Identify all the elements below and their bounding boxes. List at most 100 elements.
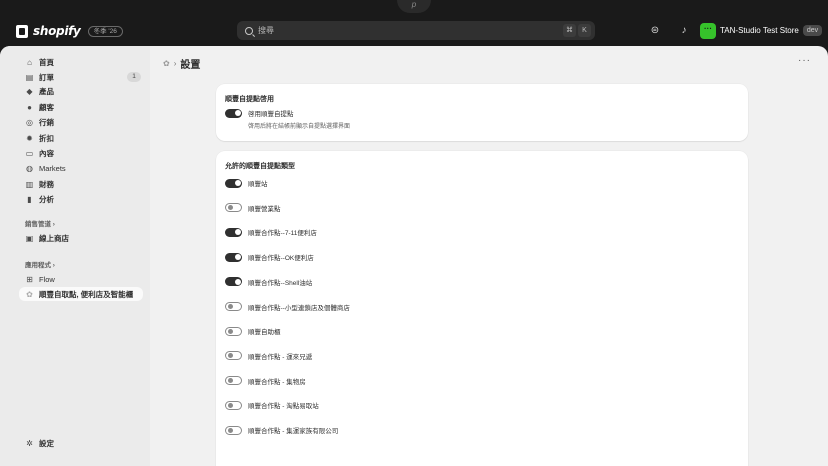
pickup-type-label: 順豐合作點--Shell油站 (248, 279, 313, 287)
globe-icon: ◍ (26, 163, 33, 173)
help-text: 啓用后將在結帳前顯示自提點選擇界面 (248, 124, 351, 130)
card-title: 允許的順豐自提點類型 (225, 163, 295, 170)
pickup-type-label: 順豐站 (248, 181, 268, 188)
sidebar-item-finance[interactable]: ▥ 財務 (25, 178, 54, 190)
pickup-type-toggle[interactable] (225, 227, 242, 237)
pickup-type-toggle[interactable] (225, 252, 242, 262)
pickup-type-label: 順豐合作點--小型連鎖店及個體商店 (248, 304, 350, 312)
enable-pickup-toggle-row[interactable]: 啓用順豐自提點 (225, 108, 294, 118)
pickup-type-label: 順豐合作點 - 集物房 (248, 378, 306, 386)
more-actions-button[interactable]: ··· (798, 55, 811, 66)
pickup-type-toggle[interactable] (225, 425, 242, 435)
sales-channels-link[interactable]: 銷售管道 › (25, 218, 55, 228)
sidebar-item-label: 產品 (39, 86, 54, 96)
pickup-type-option[interactable]: 順豐營業點 (225, 203, 281, 213)
pickup-type-toggle[interactable] (225, 326, 242, 336)
pickup-type-toggle[interactable] (225, 178, 242, 188)
sidebar-item-label: 行銷 (39, 117, 54, 127)
search-bar[interactable]: 搜尋 ⌘ K (237, 21, 595, 40)
pickup-type-label: 順豐合作點 - 集運家族有限公司 (248, 428, 339, 435)
orders-icon: ▤ (25, 72, 34, 82)
sidebar-item-content[interactable]: ▭ 內容 (25, 147, 54, 159)
sidebar-item-label: 顧客 (39, 102, 54, 112)
chart-icon: ▮ (27, 194, 32, 204)
sidebar-item-online-store[interactable]: ▣ 線上商店 (25, 232, 69, 244)
pickup-type-label: 順豐合作點--7-11便利店 (248, 230, 317, 238)
target-icon: ◎ (26, 117, 33, 127)
sidebar-item-marketing[interactable]: ◎ 行銷 (25, 116, 54, 128)
pickup-type-option[interactable]: 順豐合作點--7-11便利店 (225, 227, 317, 237)
pickup-type-option[interactable]: 順豐合作點--小型連鎖店及個體商店 (225, 302, 350, 312)
shopify-bag-icon (16, 24, 28, 38)
pickup-type-option[interactable]: 順豐合作點--OK便利店 (225, 252, 314, 262)
sidebar-item-products[interactable]: ◆ 產品 (25, 85, 54, 97)
pickup-type-toggle[interactable] (225, 302, 242, 311)
pickup-type-label: 順豐自助櫃 (248, 329, 281, 337)
sidebar-item-customers[interactable]: ● 顧客 (25, 101, 54, 113)
sidebar-item-label: 折扣 (39, 133, 54, 143)
command-key-icon: ⌘ (563, 24, 576, 37)
store-menu-button[interactable]: ··· TAN-Studio Test Store dev (700, 21, 823, 40)
chevron-right-icon: › (173, 59, 177, 68)
pickup-type-option[interactable]: 順豐合作點 - 運來兄遞 (225, 351, 312, 361)
sidebar-item-label: 內容 (39, 148, 54, 158)
sidebar-item-home[interactable]: ⌂ 首頁 (25, 56, 54, 68)
pickup-type-toggle[interactable] (225, 277, 242, 287)
pickup-type-option[interactable]: 順豐合作點--Shell油站 (225, 277, 312, 287)
pickup-type-toggle[interactable] (225, 376, 242, 386)
pickup-type-option[interactable]: 順豐站 (225, 178, 268, 188)
pickup-type-label: 順豐合作點 - 運來兄遞 (248, 353, 313, 361)
pickup-type-label: 順豐營業點 (248, 205, 281, 213)
sidebar-item-flow[interactable]: ⊞ Flow (25, 273, 55, 285)
version-badge: 冬季 '26 (87, 25, 123, 37)
sidebar-item-sf-app[interactable]: ✿ 順豐自取點, 便利店及智能櫃 (19, 287, 143, 301)
bell-icon[interactable]: ♪ (678, 25, 690, 37)
pickup-types-card: 允許的順豐自提點類型 順豐站 順豐營業點 順豐合作點--7-11便利店 順豐合作點--… (216, 151, 748, 466)
sidebar-item-orders[interactable]: ▤ 訂單 (25, 71, 54, 83)
sidebar-item-settings[interactable]: ✲ 設定 (25, 437, 54, 449)
notch-icon: p (397, 0, 431, 13)
app-icon: ✿ (26, 289, 33, 299)
discount-icon: ✹ (26, 133, 33, 143)
enable-card: 順豐自提點啓用 啓用順豐自提點 啓用后將在結帳前顯示自提點選擇界面 (216, 84, 748, 141)
enable-pickup-toggle[interactable] (225, 108, 242, 118)
pickup-type-toggle[interactable] (225, 203, 242, 213)
bank-icon: ▥ (25, 179, 34, 189)
pickup-type-option[interactable]: 順豐自助櫃 (225, 326, 281, 336)
gear-icon: ✲ (26, 438, 33, 448)
sidekick-icon[interactable]: ⊜ (649, 25, 661, 37)
toggle-label: 啓用順豐自提點 (248, 111, 294, 118)
store-avatar: ··· (700, 22, 716, 39)
pickup-type-toggle[interactable] (225, 400, 242, 410)
store-icon: ▣ (25, 233, 34, 243)
dev-badge: dev (802, 25, 823, 36)
resize-handle-icon (804, 437, 810, 443)
sidebar-item-label: 設定 (39, 438, 54, 448)
flow-icon: ⊞ (26, 274, 33, 284)
pickup-type-toggle[interactable] (225, 351, 242, 361)
person-icon: ● (27, 102, 32, 112)
sidebar-item-label: Markets (39, 163, 66, 173)
pickup-type-option[interactable]: 順豐合作點 - 集物房 (225, 376, 306, 386)
orders-count-badge: 1 (127, 72, 141, 82)
pickup-type-option[interactable]: 順豐合作點 - 淘點易取站 (225, 400, 319, 410)
pickup-type-label: 順豐合作點--OK便利店 (248, 255, 314, 263)
sidebar-item-label: 財務 (39, 179, 54, 189)
main-frame: ⌂ 首頁 ▤ 訂單 1 ◆ 產品 ● 顧客 ◎ 行銷 ✹ 折扣 ▭ 內容 ◍ M… (0, 46, 828, 466)
top-bar: shopify 冬季 '26 p 搜尋 ⌘ K ⊜ ♪ ··· TAN-Stud… (0, 0, 828, 46)
page-title: 設置 (180, 60, 201, 71)
sidebar-item-label: 訂單 (39, 72, 54, 82)
home-icon: ⌂ (27, 57, 32, 67)
sidebar-item-discounts[interactable]: ✹ 折扣 (25, 132, 54, 144)
shopify-logo[interactable]: shopify 冬季 '26 (16, 24, 123, 38)
sidebar-item-analytics[interactable]: ▮ 分析 (25, 193, 54, 205)
app-icon[interactable]: ✿ (163, 59, 170, 68)
sidebar-item-label: 分析 (39, 194, 54, 204)
sidebar-item-markets[interactable]: ◍ Markets (25, 162, 66, 174)
card-title: 順豐自提點啓用 (225, 96, 274, 103)
apps-link[interactable]: 應用程式 › (25, 259, 55, 269)
sidebar-item-label: 首頁 (39, 57, 54, 67)
sidebar-item-label: 順豐自取點, 便利店及智能櫃 (39, 289, 134, 299)
pickup-type-option[interactable]: 順豐合作點 - 集運家族有限公司 (225, 425, 338, 435)
store-name: TAN-Studio Test Store (720, 26, 799, 35)
